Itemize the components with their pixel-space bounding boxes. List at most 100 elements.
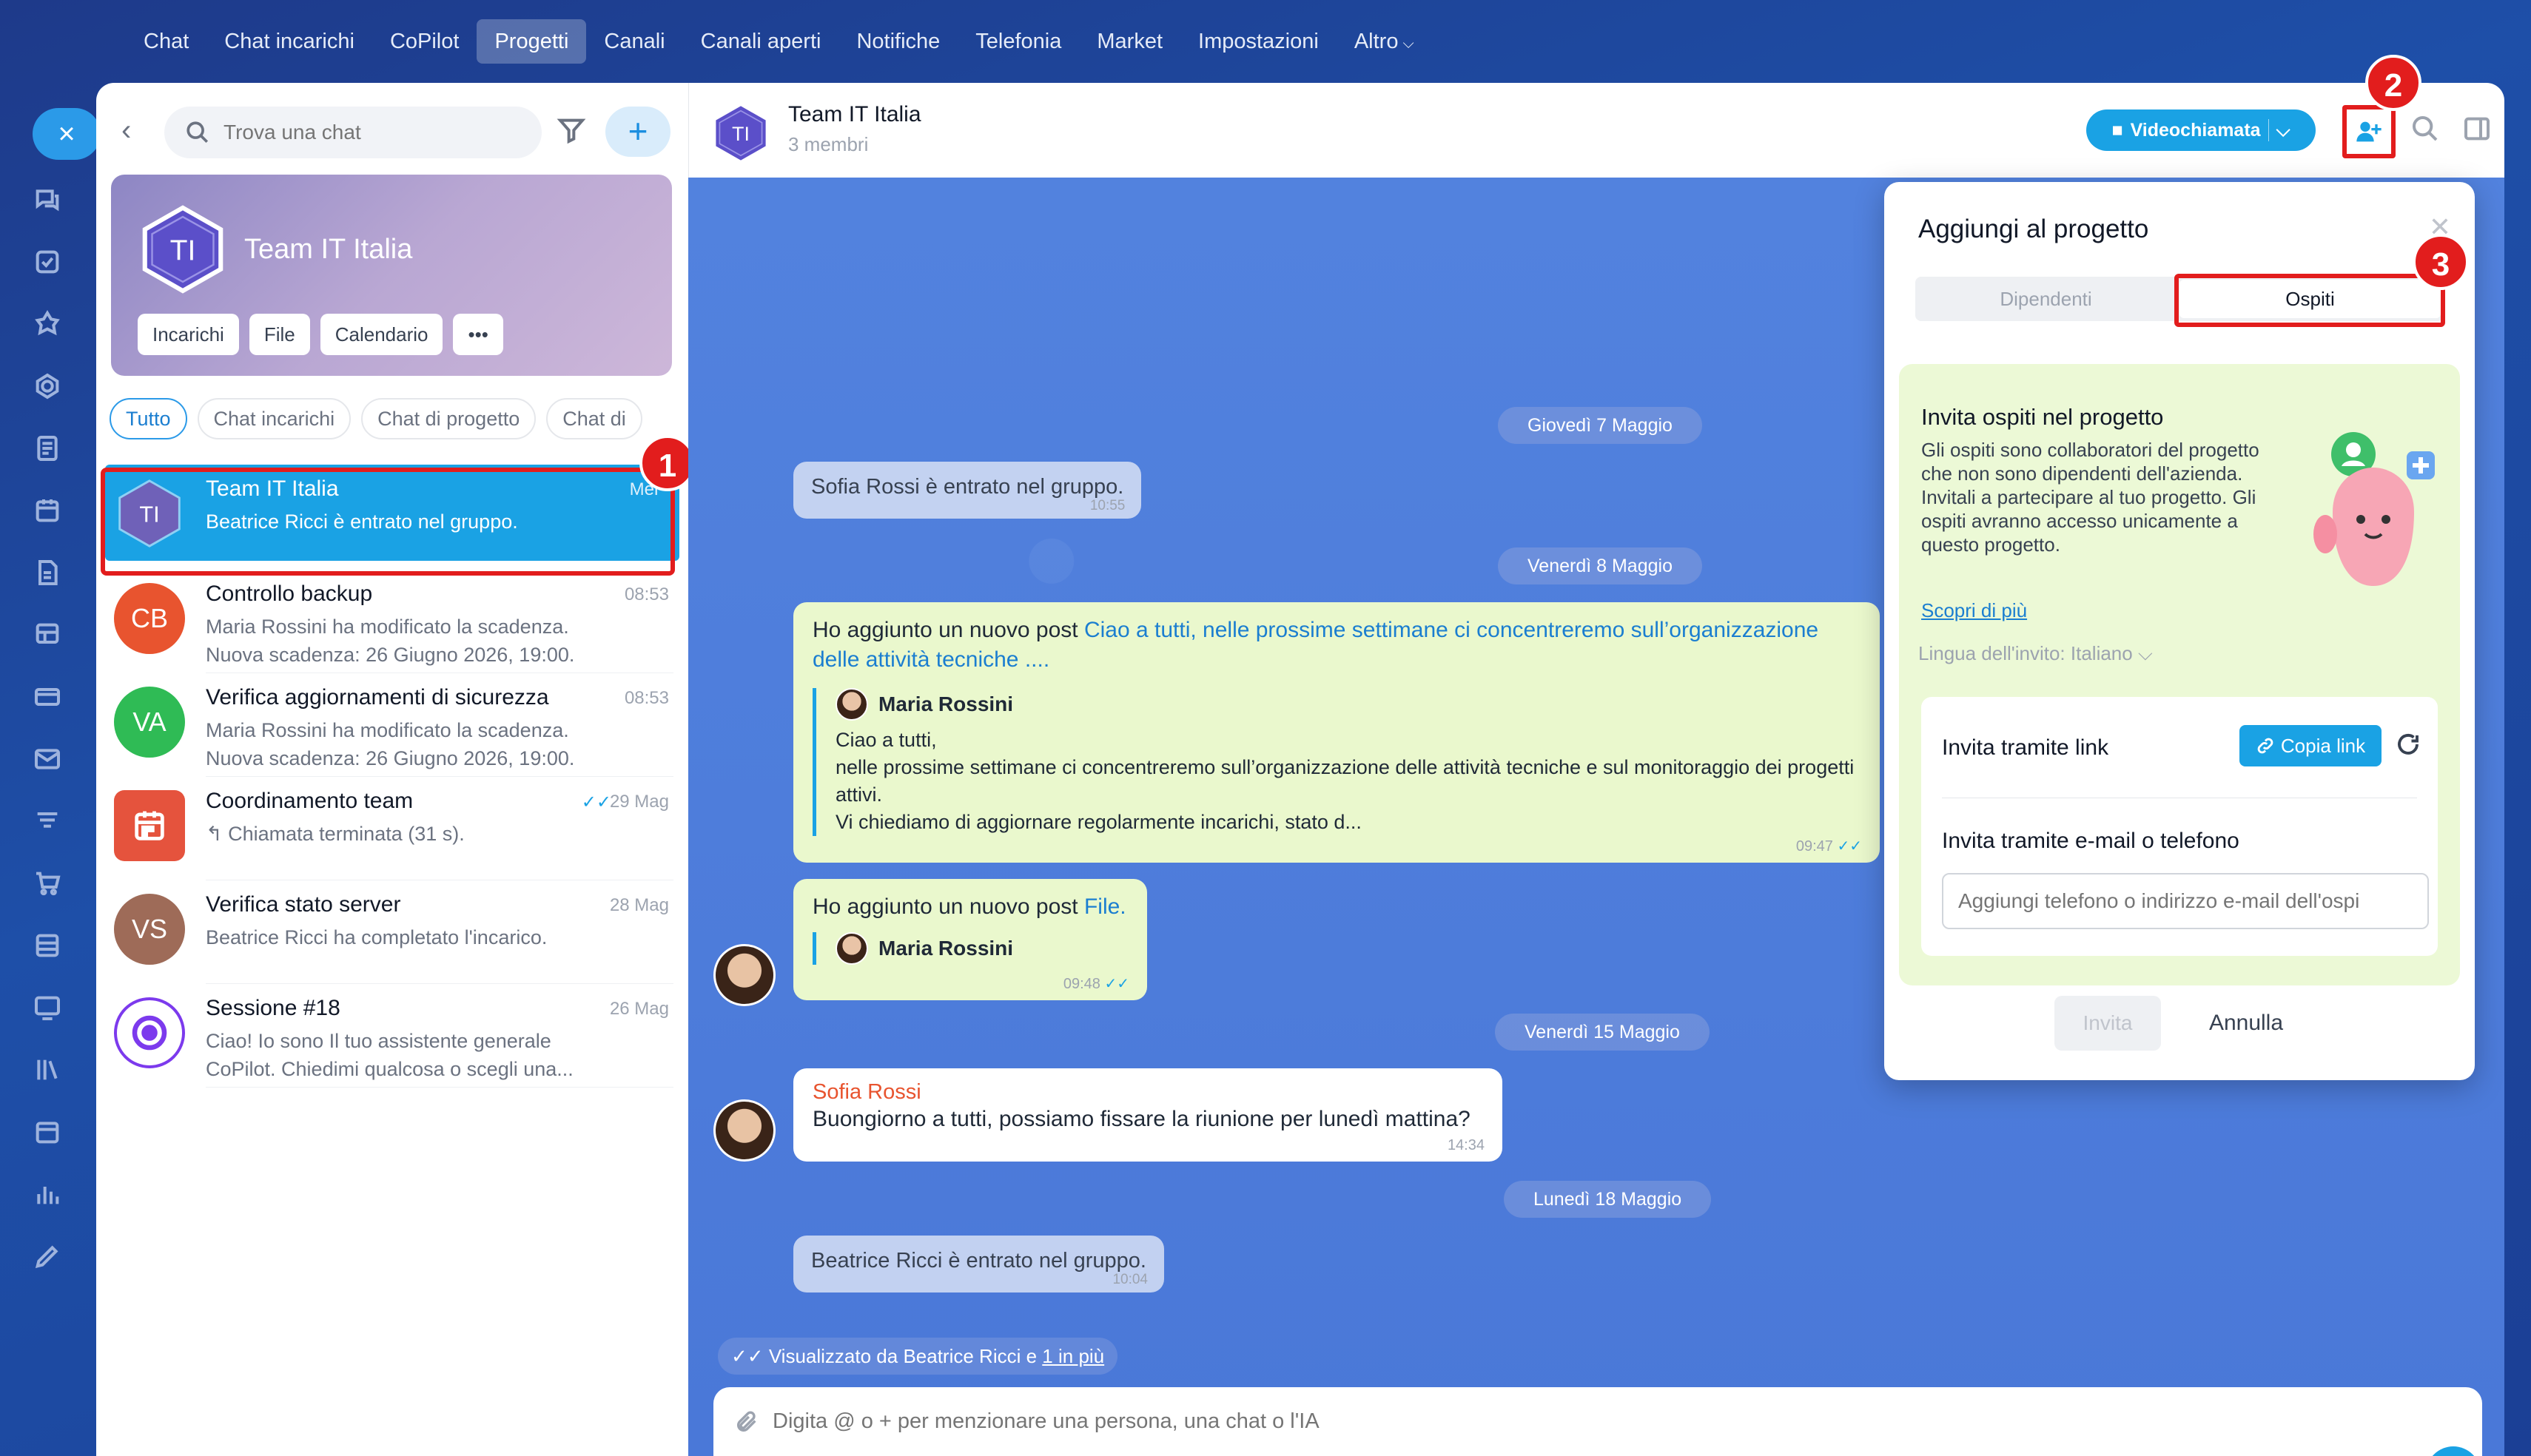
nav-notifiche[interactable]: Notifiche bbox=[838, 19, 958, 64]
divider bbox=[206, 1087, 673, 1088]
chat-avatar[interactable]: TI bbox=[710, 102, 772, 164]
screen-icon[interactable] bbox=[33, 993, 65, 1025]
nav-impostazioni[interactable]: Impostazioni bbox=[1180, 19, 1337, 64]
nav-altro[interactable]: Altro ⌵ bbox=[1337, 19, 1432, 64]
email-phone-input[interactable] bbox=[1942, 873, 2429, 929]
filter-chat-other[interactable]: Chat di bbox=[546, 398, 642, 439]
system-message: Sofia Rossi è entrato nel gruppo. 10:55 bbox=[793, 462, 1142, 519]
card-icon[interactable] bbox=[33, 682, 65, 715]
add-to-project-popup: Aggiungi al progetto ✕ Dipendenti Ospiti… bbox=[1884, 182, 2475, 1080]
filter-icon[interactable] bbox=[33, 806, 65, 839]
chat-title[interactable]: Team IT Italia bbox=[788, 102, 921, 127]
message-time: 10:55 bbox=[1089, 498, 1126, 513]
more-button[interactable]: ••• bbox=[453, 314, 503, 355]
post-link[interactable]: File. bbox=[1084, 894, 1126, 919]
schedule-icon[interactable] bbox=[33, 1117, 65, 1150]
chat-name: Controllo backup bbox=[206, 582, 373, 606]
invite-button[interactable]: Invita bbox=[2054, 996, 2161, 1051]
chat-avatar: VS bbox=[114, 894, 185, 965]
copilot-icon[interactable] bbox=[33, 309, 65, 342]
back-arrow-icon[interactable]: ‹ bbox=[121, 114, 131, 147]
message-time: 09:48 ✓✓ bbox=[1063, 974, 1129, 993]
calendario-button[interactable]: Calendario bbox=[320, 314, 443, 355]
filter-icon[interactable] bbox=[557, 115, 586, 149]
search-icon bbox=[186, 121, 209, 144]
filter-chat-incarichi[interactable]: Chat incarichi bbox=[197, 398, 352, 439]
library-icon[interactable] bbox=[33, 1055, 65, 1088]
nav-chat[interactable]: Chat bbox=[126, 19, 206, 64]
search-input[interactable] bbox=[223, 121, 520, 144]
avatar[interactable] bbox=[713, 1099, 776, 1162]
calendar-icon bbox=[114, 790, 185, 861]
post-message[interactable]: Ho aggiunto un nuovo post File. Maria Ro… bbox=[793, 879, 1147, 1000]
nav-copilot[interactable]: CoPilot bbox=[372, 19, 477, 64]
chat-icon[interactable] bbox=[33, 185, 65, 218]
invite-guests-card: Invita ospiti nel progetto Gli ospiti so… bbox=[1899, 364, 2460, 985]
filter-chat-progetto[interactable]: Chat di progetto bbox=[361, 398, 537, 439]
search-icon[interactable] bbox=[2410, 114, 2440, 147]
chat-time: 08:53 bbox=[624, 584, 669, 604]
incarichi-button[interactable]: Incarichi bbox=[138, 314, 239, 355]
nav-canali-aperti[interactable]: Canali aperti bbox=[683, 19, 839, 64]
read-check-icon: ✓✓ bbox=[1837, 838, 1862, 855]
send-button[interactable] bbox=[2426, 1446, 2481, 1456]
cancel-button[interactable]: Annulla bbox=[2191, 996, 2302, 1051]
board-icon[interactable] bbox=[33, 620, 65, 653]
nav-chat-incarichi[interactable]: Chat incarichi bbox=[206, 19, 372, 64]
learn-more-link[interactable]: Scopri di più bbox=[1921, 599, 2027, 622]
chat-list-item[interactable]: Sessione #18 26 Mag Ciao! Io sono Il tuo a… bbox=[96, 984, 688, 1088]
document-icon[interactable] bbox=[33, 434, 65, 466]
attachment-icon[interactable] bbox=[734, 1409, 759, 1438]
nav-progetti[interactable]: Progetti bbox=[477, 19, 587, 64]
chat-preview: Ciao! Io sono Il tuo assistente generale… bbox=[206, 1030, 574, 1080]
nav-telefonia[interactable]: Telefonia bbox=[958, 19, 1079, 64]
chat-members-count[interactable]: 3 membri bbox=[788, 133, 868, 156]
message-author[interactable]: Sofia Rossi bbox=[813, 1080, 1483, 1105]
message-bubble[interactable]: Sofia Rossi Buongiorno a tutti, possiamo… bbox=[793, 1068, 1502, 1162]
chevron-down-icon[interactable]: ⌵ bbox=[2276, 120, 2290, 141]
group-avatar-initials: TI bbox=[170, 235, 196, 267]
post-message[interactable]: Ho aggiunto un nuovo post Ciao a tutti, … bbox=[793, 602, 1880, 863]
add-user-icon bbox=[2356, 121, 2382, 142]
mail-icon[interactable] bbox=[33, 744, 65, 777]
chat-name: Verifica aggiornamenti di sicurezza bbox=[206, 685, 549, 710]
file-icon[interactable] bbox=[33, 558, 65, 590]
video-call-button[interactable]: ■ Videochiamata ⌵ bbox=[2086, 109, 2316, 151]
avatar bbox=[836, 932, 868, 965]
calendar-icon[interactable] bbox=[33, 496, 65, 528]
project-icon[interactable] bbox=[33, 371, 65, 404]
sidebar-toggle-icon[interactable] bbox=[2462, 114, 2492, 147]
video-call-label: Videochiamata bbox=[2130, 119, 2261, 141]
nav-market[interactable]: Market bbox=[1079, 19, 1180, 64]
message-input[interactable] bbox=[773, 1405, 2105, 1438]
task-icon[interactable] bbox=[33, 247, 65, 280]
refresh-icon[interactable] bbox=[2395, 731, 2421, 761]
chat-list-item[interactable]: VA Verifica aggiornamenti di sicurezza 08:… bbox=[96, 673, 688, 777]
pen-icon[interactable] bbox=[33, 1241, 65, 1274]
add-user-button[interactable] bbox=[2342, 105, 2396, 158]
chat-avatar-initials: TI bbox=[732, 123, 750, 145]
read-check-icon: ✓✓ bbox=[1104, 976, 1129, 992]
group-name: Team IT Italia bbox=[244, 234, 413, 265]
file-button[interactable]: File bbox=[249, 314, 310, 355]
search-box[interactable] bbox=[164, 107, 542, 158]
avatar[interactable] bbox=[713, 944, 776, 1006]
language-value[interactable]: Italiano bbox=[2071, 642, 2133, 664]
chat-list-item[interactable]: VS Verifica stato server 28 Mag Beatrice Ri… bbox=[96, 880, 688, 984]
storage-icon[interactable] bbox=[33, 931, 65, 963]
tab-dipendenti[interactable]: Dipendenti bbox=[1915, 277, 2177, 321]
link-icon bbox=[2257, 738, 2273, 754]
chat-list-item[interactable]: CB Controllo backup 08:53 Maria Rossini ha … bbox=[96, 570, 688, 673]
chart-icon[interactable] bbox=[33, 1179, 65, 1212]
chevron-down-icon: ⌵ bbox=[2137, 642, 2153, 664]
new-chat-button[interactable]: + bbox=[605, 107, 670, 157]
chat-list-item[interactable]: Coordinamento team 29 Mag ↰ Chiamata termi… bbox=[96, 777, 688, 880]
copy-link-button[interactable]: Copia link bbox=[2239, 725, 2382, 766]
filter-tutto[interactable]: Tutto bbox=[110, 398, 187, 439]
invite-language[interactable]: Lingua dell'invito: Italiano ⌵ bbox=[1918, 642, 2153, 666]
seen-more-link[interactable]: 1 in più bbox=[1042, 1345, 1104, 1367]
cart-icon[interactable] bbox=[33, 869, 65, 901]
system-message-text: Sofia Rossi è entrato nel gruppo. bbox=[811, 475, 1124, 499]
close-button[interactable]: × bbox=[33, 108, 101, 160]
nav-canali[interactable]: Canali bbox=[586, 19, 682, 64]
